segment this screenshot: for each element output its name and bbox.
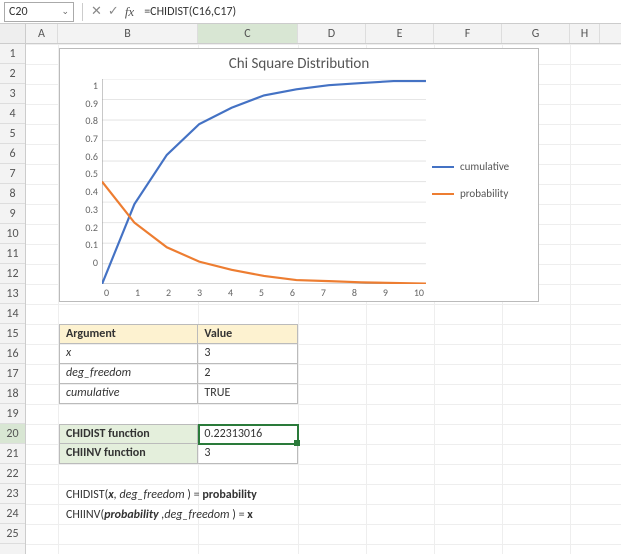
row-header-18[interactable]: 18 bbox=[0, 384, 25, 404]
y-axis-ticks: 10.90.80.70.60.50.40.30.20.10 bbox=[60, 75, 102, 285]
plot-area: 012345678910 bbox=[102, 79, 426, 285]
row-header-2[interactable]: 2 bbox=[0, 64, 25, 84]
argument-table: Argument Value x 3 deg_freedom 2 cumulat… bbox=[59, 324, 298, 404]
spreadsheet-grid: A B C D E F G H 123456789101112131415161… bbox=[0, 24, 621, 554]
cell[interactable]: TRUE bbox=[198, 384, 297, 403]
row-header-23[interactable]: 23 bbox=[0, 484, 25, 504]
table-row: CHIDIST function 0.22313016 bbox=[59, 424, 298, 444]
cancel-icon[interactable]: ✕ bbox=[91, 4, 102, 19]
function-table: CHIDIST function 0.22313016 CHIINV funct… bbox=[59, 424, 298, 464]
table-header-row: Argument Value bbox=[59, 324, 298, 344]
col-header-C[interactable]: C bbox=[198, 24, 298, 43]
row-header-12[interactable]: 12 bbox=[0, 264, 25, 284]
cell[interactable]: x bbox=[60, 344, 198, 363]
legend-item-probability: probability bbox=[432, 187, 532, 200]
row-header-3[interactable]: 3 bbox=[0, 84, 25, 104]
chart-title: Chi Square Distribution bbox=[60, 49, 538, 75]
table-header[interactable]: Value bbox=[198, 325, 297, 343]
col-header-F[interactable]: F bbox=[434, 24, 502, 43]
separator bbox=[82, 3, 83, 21]
row-header-8[interactable]: 8 bbox=[0, 184, 25, 204]
row-header-25[interactable]: 25 bbox=[0, 524, 25, 544]
row-header-5[interactable]: 5 bbox=[0, 124, 25, 144]
formula-bar: C20 ⌄ ✕ ✓ fx =CHIDIST(C16,C17) bbox=[0, 0, 621, 24]
column-headers: A B C D E F G H bbox=[0, 24, 621, 44]
row-header-16[interactable]: 16 bbox=[0, 344, 25, 364]
formula-input[interactable]: =CHIDIST(C16,C17) bbox=[138, 3, 621, 21]
row-header-14[interactable]: 14 bbox=[0, 304, 25, 324]
cell[interactable]: CHIINV function bbox=[60, 444, 198, 463]
row-headers: 1234567891011121314151617181920212223242… bbox=[0, 44, 26, 554]
cell[interactable]: 3 bbox=[198, 344, 297, 363]
chevron-down-icon[interactable]: ⌄ bbox=[61, 6, 69, 17]
note-line[interactable]: CHIDIST(x, deg_freedom ) = probability bbox=[66, 485, 257, 505]
chart-svg bbox=[102, 79, 426, 284]
row-header-9[interactable]: 9 bbox=[0, 204, 25, 224]
formula-notes: CHIDIST(x, deg_freedom ) = probability C… bbox=[66, 485, 257, 525]
legend-swatch-icon bbox=[432, 193, 454, 195]
note-line[interactable]: CHIINV(probability ,deg_freedom ) = x bbox=[66, 505, 257, 525]
col-header-B[interactable]: B bbox=[58, 24, 198, 43]
row-header-13[interactable]: 13 bbox=[0, 284, 25, 304]
row-header-1[interactable]: 1 bbox=[0, 44, 25, 64]
fx-icon[interactable]: fx bbox=[125, 4, 134, 20]
confirm-icon[interactable]: ✓ bbox=[108, 4, 119, 19]
chart[interactable]: Chi Square Distribution 10.90.80.70.60.5… bbox=[59, 48, 539, 302]
row-header-19[interactable]: 19 bbox=[0, 404, 25, 424]
col-header-H[interactable]: H bbox=[570, 24, 600, 43]
row-header-17[interactable]: 17 bbox=[0, 364, 25, 384]
cell[interactable]: 2 bbox=[198, 364, 297, 383]
chart-legend: cumulative probability bbox=[432, 75, 538, 285]
legend-label: probability bbox=[460, 187, 508, 200]
row-header-22[interactable]: 22 bbox=[0, 464, 25, 484]
col-header-A[interactable]: A bbox=[26, 24, 58, 43]
row-header-11[interactable]: 11 bbox=[0, 244, 25, 264]
col-header-G[interactable]: G bbox=[502, 24, 570, 43]
name-box[interactable]: C20 ⌄ bbox=[4, 2, 74, 22]
row-header-4[interactable]: 4 bbox=[0, 104, 25, 124]
formula-bar-icons: ✕ ✓ fx bbox=[87, 4, 138, 20]
cell[interactable]: 0.22313016 bbox=[198, 425, 297, 443]
select-all-corner[interactable] bbox=[0, 24, 26, 43]
table-row: cumulative TRUE bbox=[59, 384, 298, 404]
row-header-6[interactable]: 6 bbox=[0, 144, 25, 164]
row-header-21[interactable]: 21 bbox=[0, 444, 25, 464]
cell[interactable]: CHIDIST function bbox=[60, 425, 198, 443]
name-box-value: C20 bbox=[9, 5, 28, 19]
table-header[interactable]: Argument bbox=[60, 325, 198, 343]
row-header-15[interactable]: 15 bbox=[0, 324, 25, 344]
row-header-20[interactable]: 20 bbox=[0, 424, 25, 444]
x-axis-ticks: 012345678910 bbox=[102, 286, 426, 299]
col-header-E[interactable]: E bbox=[366, 24, 434, 43]
table-row: x 3 bbox=[59, 344, 298, 364]
cell[interactable]: deg_freedom bbox=[60, 364, 198, 383]
row-header-7[interactable]: 7 bbox=[0, 164, 25, 184]
col-header-D[interactable]: D bbox=[298, 24, 366, 43]
table-row: CHIINV function 3 bbox=[59, 444, 298, 464]
cell[interactable]: cumulative bbox=[60, 384, 198, 403]
cell[interactable]: 3 bbox=[198, 444, 297, 463]
legend-label: cumulative bbox=[460, 160, 509, 173]
row-header-24[interactable]: 24 bbox=[0, 504, 25, 524]
legend-swatch-icon bbox=[432, 166, 454, 168]
table-row: deg_freedom 2 bbox=[59, 364, 298, 384]
row-header-10[interactable]: 10 bbox=[0, 224, 25, 244]
cells-area[interactable]: Chi Square Distribution 10.90.80.70.60.5… bbox=[26, 44, 621, 554]
legend-item-cumulative: cumulative bbox=[432, 160, 532, 173]
